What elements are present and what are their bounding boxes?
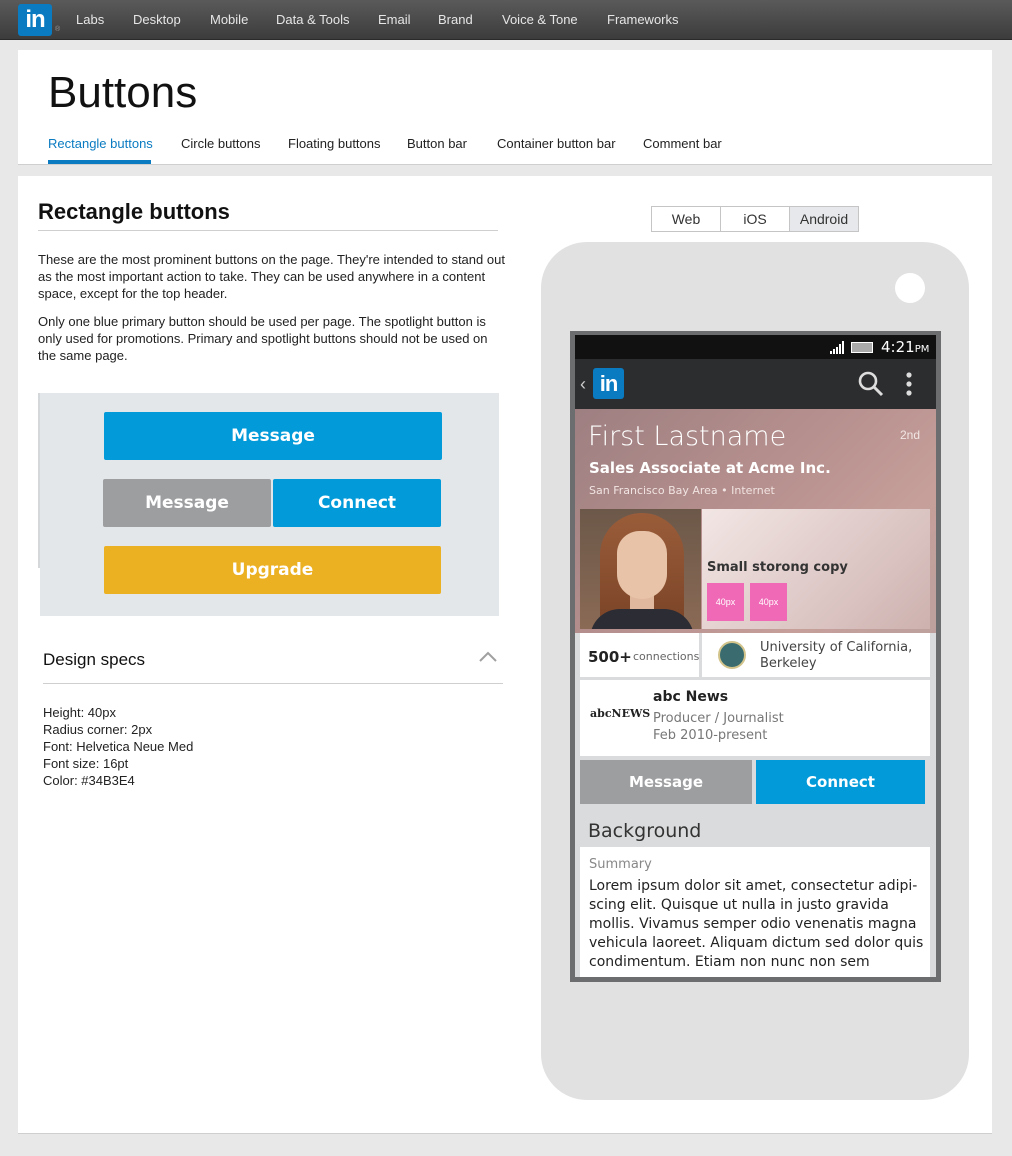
spec-line: Color: #34B3E4 bbox=[43, 773, 135, 788]
main-content: Rectangle buttons These are the most pro… bbox=[18, 176, 992, 1134]
connections-count: 500+ bbox=[588, 648, 632, 666]
spec-line: Radius corner: 2px bbox=[43, 722, 153, 737]
page-header: Buttons Rectangle buttons Circle buttons… bbox=[18, 50, 992, 165]
connections-label: connections bbox=[633, 650, 700, 663]
spec-line: Font: Helvetica Neue Med bbox=[43, 739, 194, 754]
phone-screen: 4:21PM ‹ in First Lastname 2nd Sales Ass… bbox=[575, 335, 936, 977]
platform-ios[interactable]: iOS bbox=[720, 206, 790, 232]
nav-item-voice-tone[interactable]: Voice & Tone bbox=[502, 12, 578, 27]
university-name: University of California, Berkeley bbox=[760, 640, 913, 671]
top-nav: in ® Labs Desktop Mobile Data & Tools Em… bbox=[0, 0, 1012, 40]
nav-item-brand[interactable]: Brand bbox=[438, 12, 473, 27]
education-cell[interactable]: University of California, Berkeley bbox=[702, 633, 930, 677]
back-chevron-icon[interactable]: ‹ bbox=[580, 374, 586, 395]
job-dates: Feb 2010-present bbox=[653, 728, 768, 743]
summary-label: Summary bbox=[589, 857, 652, 872]
summary-text: Lorem ipsum dolor sit amet, consectetur … bbox=[589, 878, 924, 970]
nav-item-frameworks[interactable]: Frameworks bbox=[607, 12, 679, 27]
secondary-message-button[interactable]: Message bbox=[103, 479, 271, 527]
abc-news-logo: abcNEWS bbox=[590, 707, 651, 720]
status-bar: 4:21PM bbox=[575, 335, 936, 359]
spacing-swatch: 40px bbox=[707, 583, 744, 621]
primary-message-button[interactable]: Message bbox=[104, 412, 442, 460]
company-name: abc News bbox=[653, 689, 729, 705]
nav-item-mobile[interactable]: Mobile bbox=[210, 12, 248, 27]
nav-item-labs[interactable]: Labs bbox=[76, 12, 104, 27]
tab-rectangle-buttons[interactable]: Rectangle buttons bbox=[48, 136, 153, 151]
nav-item-desktop[interactable]: Desktop bbox=[133, 12, 181, 27]
chevron-up-icon[interactable] bbox=[478, 650, 498, 664]
phone-screen-frame: 4:21PM ‹ in First Lastname 2nd Sales Ass… bbox=[570, 331, 941, 982]
spec-line: Height: 40px bbox=[43, 705, 116, 720]
experience-cell[interactable]: abcNEWS abc News Producer / Journalist F… bbox=[580, 680, 930, 756]
signal-icon bbox=[830, 341, 844, 354]
platform-android[interactable]: Android bbox=[789, 206, 859, 232]
registered-mark: ® bbox=[55, 26, 61, 33]
search-icon[interactable] bbox=[858, 371, 884, 397]
app-bar: ‹ in bbox=[575, 359, 936, 409]
linkedin-logo[interactable]: in bbox=[18, 4, 52, 36]
overflow-menu-icon[interactable] bbox=[905, 371, 913, 397]
description-paragraph: These are the most prominent buttons on … bbox=[38, 252, 505, 301]
connection-degree: 2nd bbox=[900, 428, 921, 442]
active-tab-indicator bbox=[48, 160, 151, 164]
spacing-swatch: 40px bbox=[750, 583, 787, 621]
battery-icon bbox=[851, 342, 873, 353]
profile-name: First Lastname bbox=[588, 421, 787, 452]
university-seal-icon bbox=[718, 641, 746, 669]
status-time: 4:21PM bbox=[881, 338, 930, 356]
job-role: Producer / Journalist bbox=[653, 711, 784, 726]
phone-mockup: 4:21PM ‹ in First Lastname 2nd Sales Ass… bbox=[541, 242, 969, 1100]
profile-headline: Sales Associate at Acme Inc. bbox=[589, 459, 831, 477]
demo-edge bbox=[38, 393, 40, 568]
promo-panel: Small storong copy 40px 40px bbox=[702, 509, 930, 629]
spec-line: Font size: 16pt bbox=[43, 756, 129, 771]
design-specs-title[interactable]: Design specs bbox=[43, 650, 145, 670]
upgrade-button[interactable]: Upgrade bbox=[104, 546, 441, 594]
nav-item-data-tools[interactable]: Data & Tools bbox=[276, 12, 349, 27]
button-demo-area: Message Message Connect Upgrade bbox=[38, 393, 499, 616]
section-title: Rectangle buttons bbox=[38, 199, 230, 224]
promo-copy: Small storong copy bbox=[707, 560, 848, 575]
linkedin-app-logo[interactable]: in bbox=[593, 368, 624, 399]
phone-message-button[interactable]: Message bbox=[580, 760, 752, 804]
tab-floating-buttons[interactable]: Floating buttons bbox=[288, 136, 381, 151]
tab-circle-buttons[interactable]: Circle buttons bbox=[181, 136, 260, 151]
background-heading: Background bbox=[588, 820, 702, 842]
platform-web[interactable]: Web bbox=[651, 206, 721, 232]
tab-button-bar[interactable]: Button bar bbox=[407, 136, 467, 151]
description-paragraph: Only one blue primary button should be u… bbox=[38, 314, 488, 363]
profile-photo bbox=[580, 509, 701, 629]
summary-card: Summary Lorem ipsum dolor sit amet, cons… bbox=[580, 847, 930, 977]
nav-item-email[interactable]: Email bbox=[378, 12, 411, 27]
profile-location: San Francisco Bay Area • Internet bbox=[589, 484, 775, 497]
tab-container-button-bar[interactable]: Container button bar bbox=[497, 136, 616, 151]
connect-button[interactable]: Connect bbox=[273, 479, 441, 527]
section-divider bbox=[38, 230, 498, 231]
profile-header: First Lastname 2nd Sales Associate at Ac… bbox=[575, 409, 936, 633]
connections-cell[interactable]: 500+ connections bbox=[580, 633, 699, 677]
specs-divider bbox=[43, 683, 503, 684]
phone-camera bbox=[895, 273, 925, 303]
phone-connect-button[interactable]: Connect bbox=[756, 760, 925, 804]
tab-comment-bar[interactable]: Comment bar bbox=[643, 136, 722, 151]
page-title: Buttons bbox=[48, 68, 198, 117]
